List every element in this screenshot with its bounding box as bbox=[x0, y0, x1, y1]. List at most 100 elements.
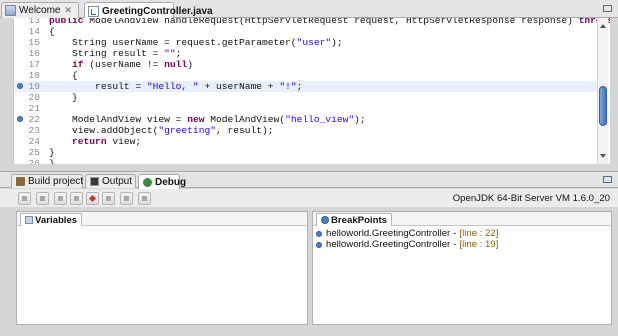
code-token: String userName = request.getParameter( bbox=[49, 37, 297, 48]
tab-build-project[interactable]: Build project bbox=[11, 174, 83, 188]
stop-icon[interactable] bbox=[86, 192, 99, 205]
string-token: "" bbox=[164, 48, 176, 59]
code-line[interactable]: 19 result = "Hello, " + userName + "!"; bbox=[14, 81, 604, 92]
variables-title: Variables bbox=[35, 214, 78, 226]
tab-greeting-controller[interactable]: GreetingController.java bbox=[84, 2, 213, 19]
maximize-editor-icon[interactable] bbox=[602, 4, 614, 14]
code-text: String result = ""; bbox=[49, 48, 181, 59]
code-text: { bbox=[49, 70, 78, 81]
line-number: 20 bbox=[28, 92, 40, 103]
step-into-icon[interactable] bbox=[54, 192, 67, 205]
string-token: "Hello, " bbox=[146, 81, 199, 92]
line-number: 26 bbox=[28, 158, 40, 164]
code-token: result = bbox=[49, 81, 147, 92]
breakpoint-line: [line : 22] bbox=[459, 228, 499, 239]
code-line[interactable]: 14 { bbox=[14, 26, 604, 37]
string-token: "!" bbox=[279, 81, 297, 92]
code-token: + userName + bbox=[198, 81, 280, 92]
code-line[interactable]: 24 return view; bbox=[14, 136, 604, 147]
tab-breakpoints[interactable]: BreakPoints bbox=[316, 213, 392, 226]
step-over-icon[interactable] bbox=[36, 192, 49, 205]
breakpoint-icon bbox=[316, 230, 322, 237]
code-line[interactable]: 22 ModelAndView view = new ModelAndView(… bbox=[14, 114, 604, 125]
hammer-icon bbox=[16, 177, 25, 186]
keyword-token: if bbox=[72, 59, 84, 70]
scroll-up-icon[interactable] bbox=[600, 24, 606, 28]
evaluate-icon[interactable] bbox=[120, 192, 133, 205]
code-line[interactable]: 26} bbox=[14, 158, 604, 164]
tab-build-project-label: Build project bbox=[28, 176, 84, 187]
step-out-icon[interactable] bbox=[70, 192, 83, 205]
breakpoint-marker-icon[interactable] bbox=[17, 116, 23, 122]
editor-vertical-scrollbar[interactable] bbox=[597, 18, 608, 164]
code-token: ); bbox=[354, 114, 366, 125]
breakpoints-title: BreakPoints bbox=[331, 214, 387, 226]
console-icon bbox=[90, 177, 99, 186]
variables-pane[interactable]: Variables bbox=[16, 211, 308, 325]
close-icon[interactable]: ✕ bbox=[65, 5, 73, 16]
code-token: } bbox=[49, 158, 55, 164]
code-token: view; bbox=[106, 136, 142, 147]
line-number: 14 bbox=[28, 26, 40, 37]
breakpoint-item[interactable]: helloworld.GreetingController - [line : 22… bbox=[316, 228, 498, 239]
breakpoints-pane-header: BreakPoints bbox=[313, 212, 611, 226]
resume-icon[interactable] bbox=[18, 192, 31, 205]
code-token: ModelAndView( bbox=[204, 114, 286, 125]
debug-toolbar: OpenJDK 64-Bit Server VM 1.6.0_20 bbox=[0, 189, 618, 207]
line-number: 25 bbox=[28, 147, 40, 158]
editor-tab-bar: Welcome ✕ GreetingController.java bbox=[0, 0, 618, 19]
code-text: view.addObject("greeting", result); bbox=[49, 125, 274, 136]
breakpoint-icon bbox=[316, 241, 322, 248]
code-line[interactable]: 21 bbox=[14, 103, 604, 114]
maximize-panel-icon[interactable] bbox=[602, 175, 614, 185]
line-number: 17 bbox=[28, 59, 40, 70]
toggle-breakpoints-icon[interactable] bbox=[102, 192, 115, 205]
code-line[interactable]: 13 public ModelAndView handleRequest(Http… bbox=[14, 18, 610, 26]
code-text: } bbox=[49, 92, 78, 103]
code-line[interactable]: 18 { bbox=[14, 70, 604, 81]
line-number: 16 bbox=[28, 48, 40, 59]
code-token: ModelAndView view = bbox=[49, 114, 188, 125]
code-editor[interactable]: 13 public ModelAndView handleRequest(Http… bbox=[13, 18, 610, 164]
tab-welcome[interactable]: Welcome ✕ bbox=[1, 2, 79, 18]
breakpoint-class: helloworld.GreetingController bbox=[326, 228, 451, 239]
code-line[interactable]: 20 } bbox=[14, 92, 604, 103]
variables-icon bbox=[25, 216, 33, 224]
bug-icon bbox=[143, 177, 152, 187]
string-token: "greeting" bbox=[158, 125, 216, 136]
line-number: 13 bbox=[28, 18, 40, 26]
tab-debug[interactable]: Debug bbox=[138, 174, 186, 189]
code-text: public ModelAndView handleRequest(HttpSe… bbox=[49, 18, 610, 26]
code-line[interactable]: 23 view.addObject("greeting", result); bbox=[14, 125, 604, 136]
string-token: "user" bbox=[296, 37, 332, 48]
line-number: 23 bbox=[28, 125, 40, 136]
code-token: String result = bbox=[49, 48, 165, 59]
code-token: } bbox=[49, 147, 55, 158]
code-text: if (userName != null) bbox=[49, 59, 193, 70]
code-token: ; bbox=[175, 48, 182, 59]
breakpoints-pane[interactable]: BreakPoints helloworld.GreetingControlle… bbox=[312, 211, 612, 325]
scroll-down-icon[interactable] bbox=[600, 154, 606, 158]
line-number: 15 bbox=[28, 37, 40, 48]
code-token: ) bbox=[187, 59, 193, 70]
tab-variables[interactable]: Variables bbox=[20, 213, 83, 226]
breakpoint-marker-icon[interactable] bbox=[17, 83, 23, 89]
line-number: 18 bbox=[28, 70, 40, 81]
tab-output[interactable]: Output bbox=[85, 174, 136, 188]
bottom-panel-tab-bar: Build project Output Debug bbox=[0, 171, 618, 189]
code-token: { bbox=[49, 70, 78, 81]
code-line[interactable]: 16 String result = ""; bbox=[14, 48, 604, 59]
tab-welcome-label: Welcome bbox=[19, 5, 61, 16]
line-number: 24 bbox=[28, 136, 40, 147]
breakpoint-line: [line : 19] bbox=[459, 239, 499, 250]
keyword-token: new bbox=[187, 114, 205, 125]
code-line[interactable]: 17 if (userName != null) bbox=[14, 59, 604, 70]
breakpoint-item[interactable]: helloworld.GreetingController - [line : 19… bbox=[316, 239, 498, 250]
code-text: String userName = request.getParameter("… bbox=[49, 37, 343, 48]
code-token: ; bbox=[296, 81, 303, 92]
scrollbar-thumb[interactable] bbox=[599, 86, 607, 126]
code-token: ModelAndView handleRequest(HttpServletRe… bbox=[83, 18, 579, 26]
code-line[interactable]: 15 String userName = request.getParamete… bbox=[14, 37, 604, 48]
code-line[interactable]: 25} bbox=[14, 147, 604, 158]
clear-icon[interactable] bbox=[138, 192, 151, 205]
